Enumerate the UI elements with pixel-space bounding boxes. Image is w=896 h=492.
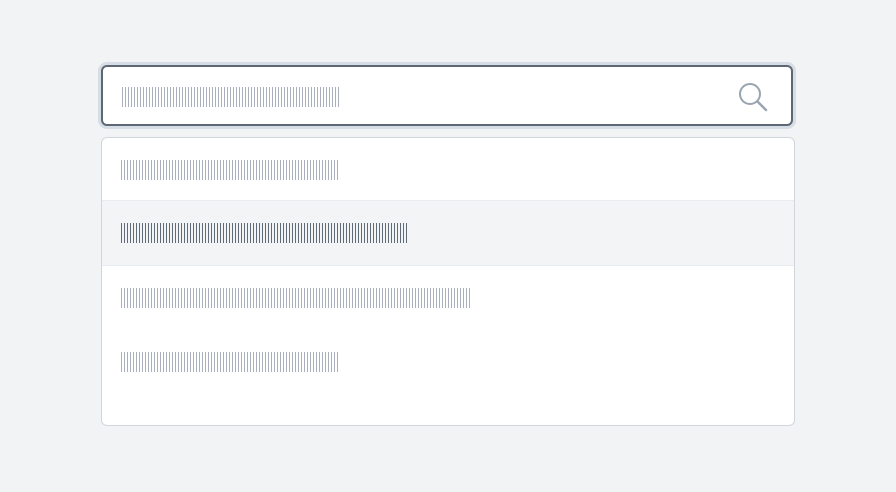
suggestion-option-active[interactable]	[102, 200, 794, 266]
suggestion-option-label	[102, 138, 103, 139]
search-suggestions-dropdown	[101, 137, 795, 426]
suggestion-option-label-bar	[121, 160, 339, 180]
search-box[interactable]	[101, 65, 793, 126]
search-combobox-page	[0, 0, 896, 492]
suggestion-option-label	[102, 201, 103, 202]
suggestion-option-label-bar	[121, 223, 407, 243]
suggestion-option-label	[102, 266, 103, 267]
suggestion-option-label	[102, 330, 103, 331]
suggestion-option-label-bar	[121, 288, 471, 308]
suggestion-option-label-bar	[121, 352, 339, 372]
search-input[interactable]	[103, 67, 703, 124]
suggestion-option[interactable]	[102, 266, 794, 332]
search-icon[interactable]	[737, 81, 769, 113]
suggestion-option[interactable]	[102, 138, 794, 204]
suggestion-option[interactable]	[102, 330, 794, 396]
